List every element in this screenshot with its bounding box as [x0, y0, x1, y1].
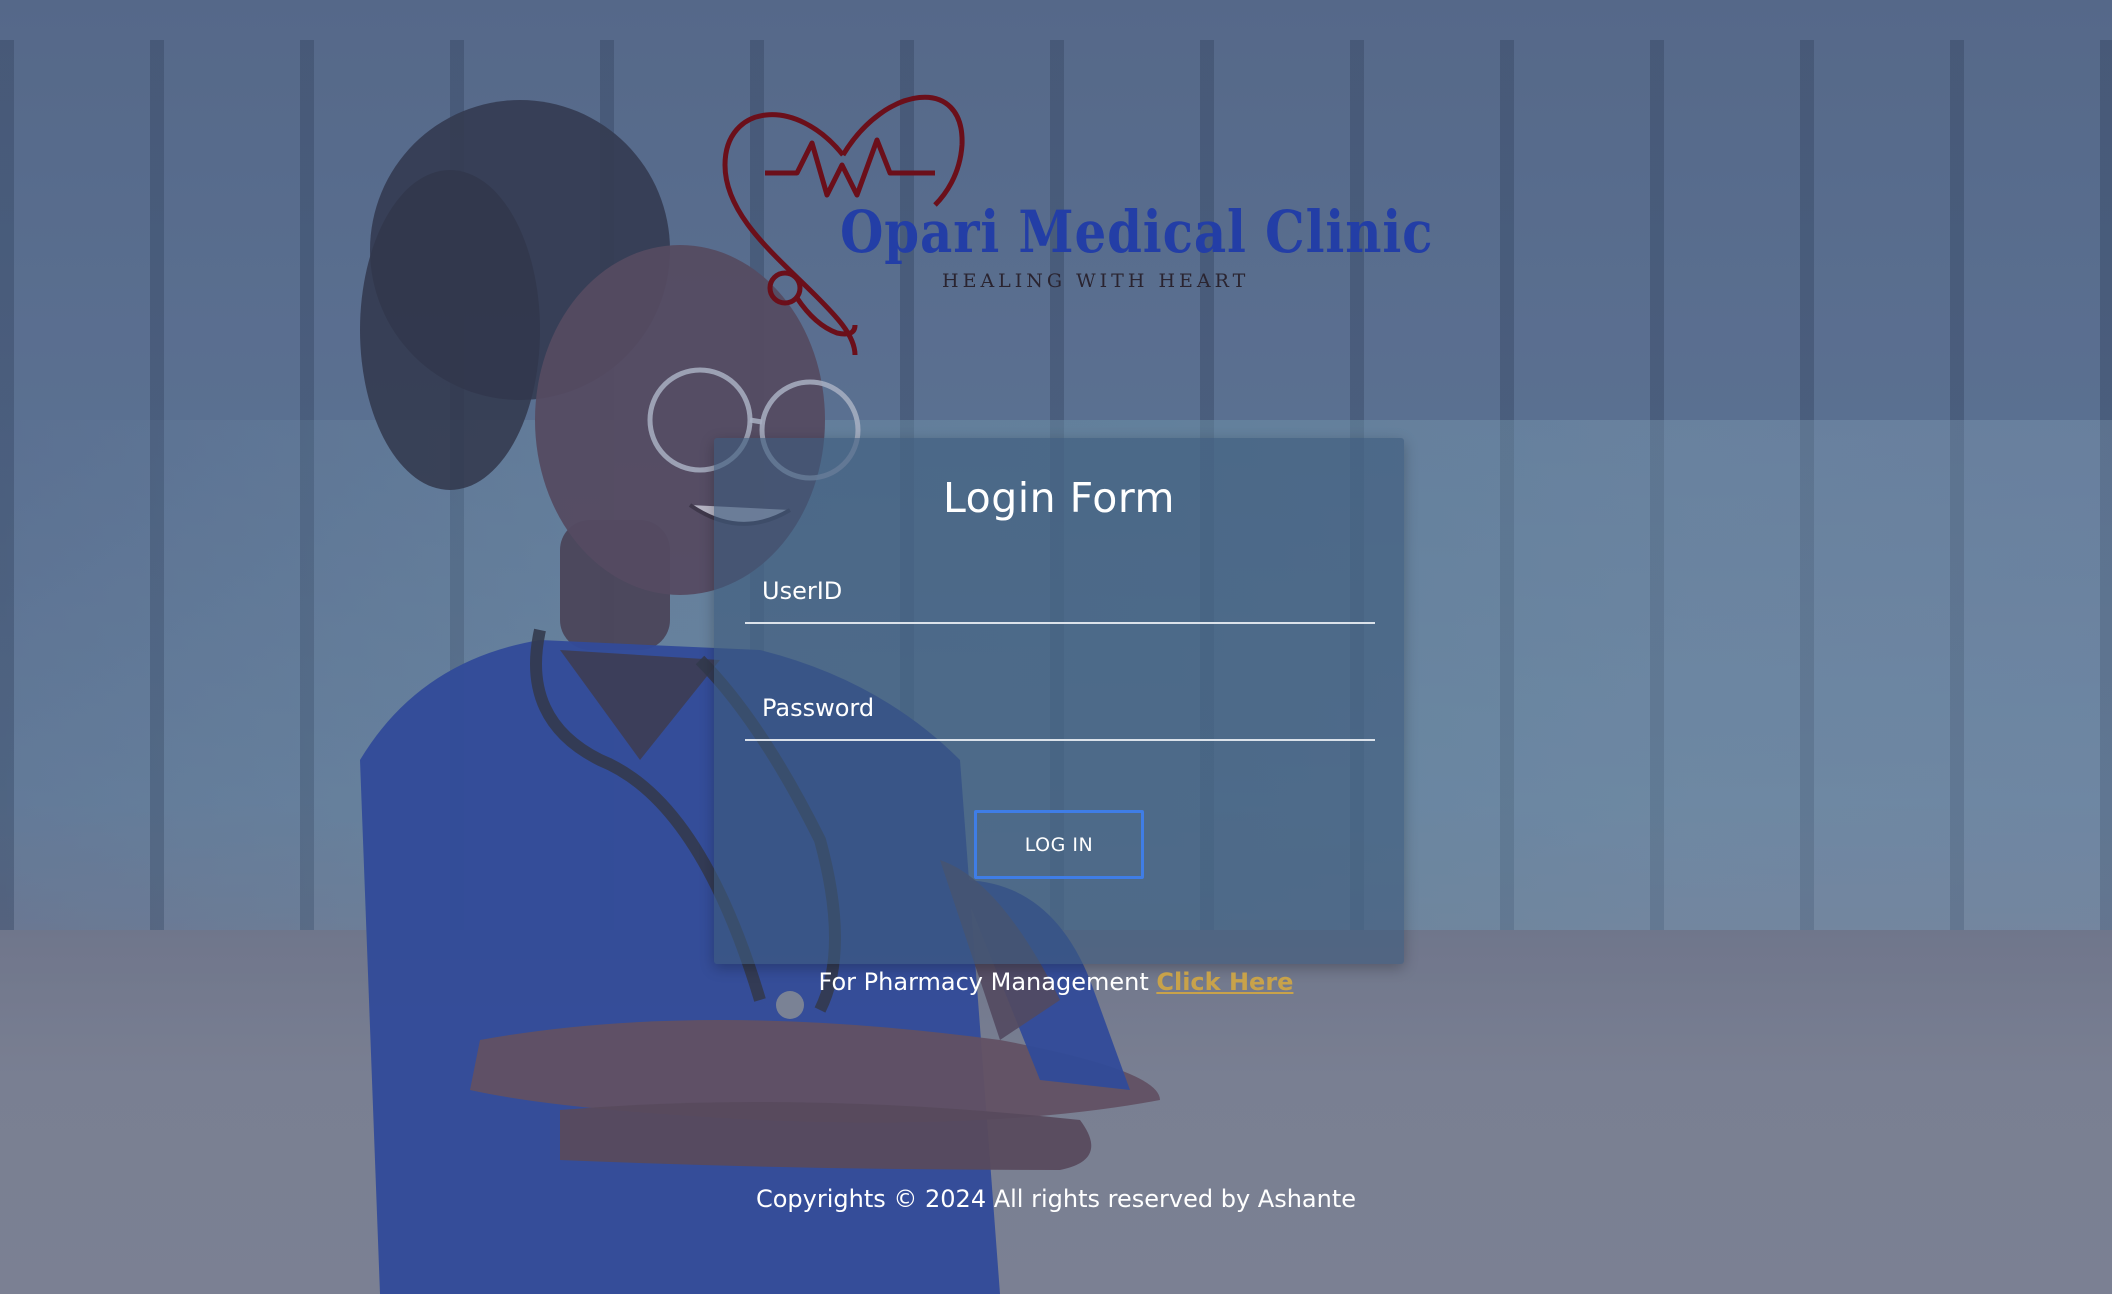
- brand-name: Opari Medical Clinic: [840, 198, 1434, 266]
- password-field-container: [745, 677, 1375, 741]
- login-page: Opari Medical Clinic HEALING WITH HEART …: [0, 0, 2112, 1294]
- userid-field-container: [745, 560, 1375, 624]
- login-form-title: Login Form: [943, 474, 1175, 522]
- pharmacy-management-line: For Pharmacy Management Click Here: [0, 968, 2112, 996]
- login-button[interactable]: LOG IN: [974, 810, 1144, 879]
- copyright-footer: Copyrights © 2024 All rights reserved by…: [755, 1185, 1356, 1213]
- login-form: Login Form LOG IN: [714, 438, 1404, 964]
- brand-tagline: HEALING WITH HEART: [942, 270, 1250, 292]
- userid-input[interactable]: [745, 560, 1375, 622]
- pharmacy-click-here-link[interactable]: Click Here: [1156, 968, 1293, 996]
- password-input[interactable]: [745, 677, 1375, 739]
- pharmacy-prompt-text: For Pharmacy Management: [818, 968, 1157, 996]
